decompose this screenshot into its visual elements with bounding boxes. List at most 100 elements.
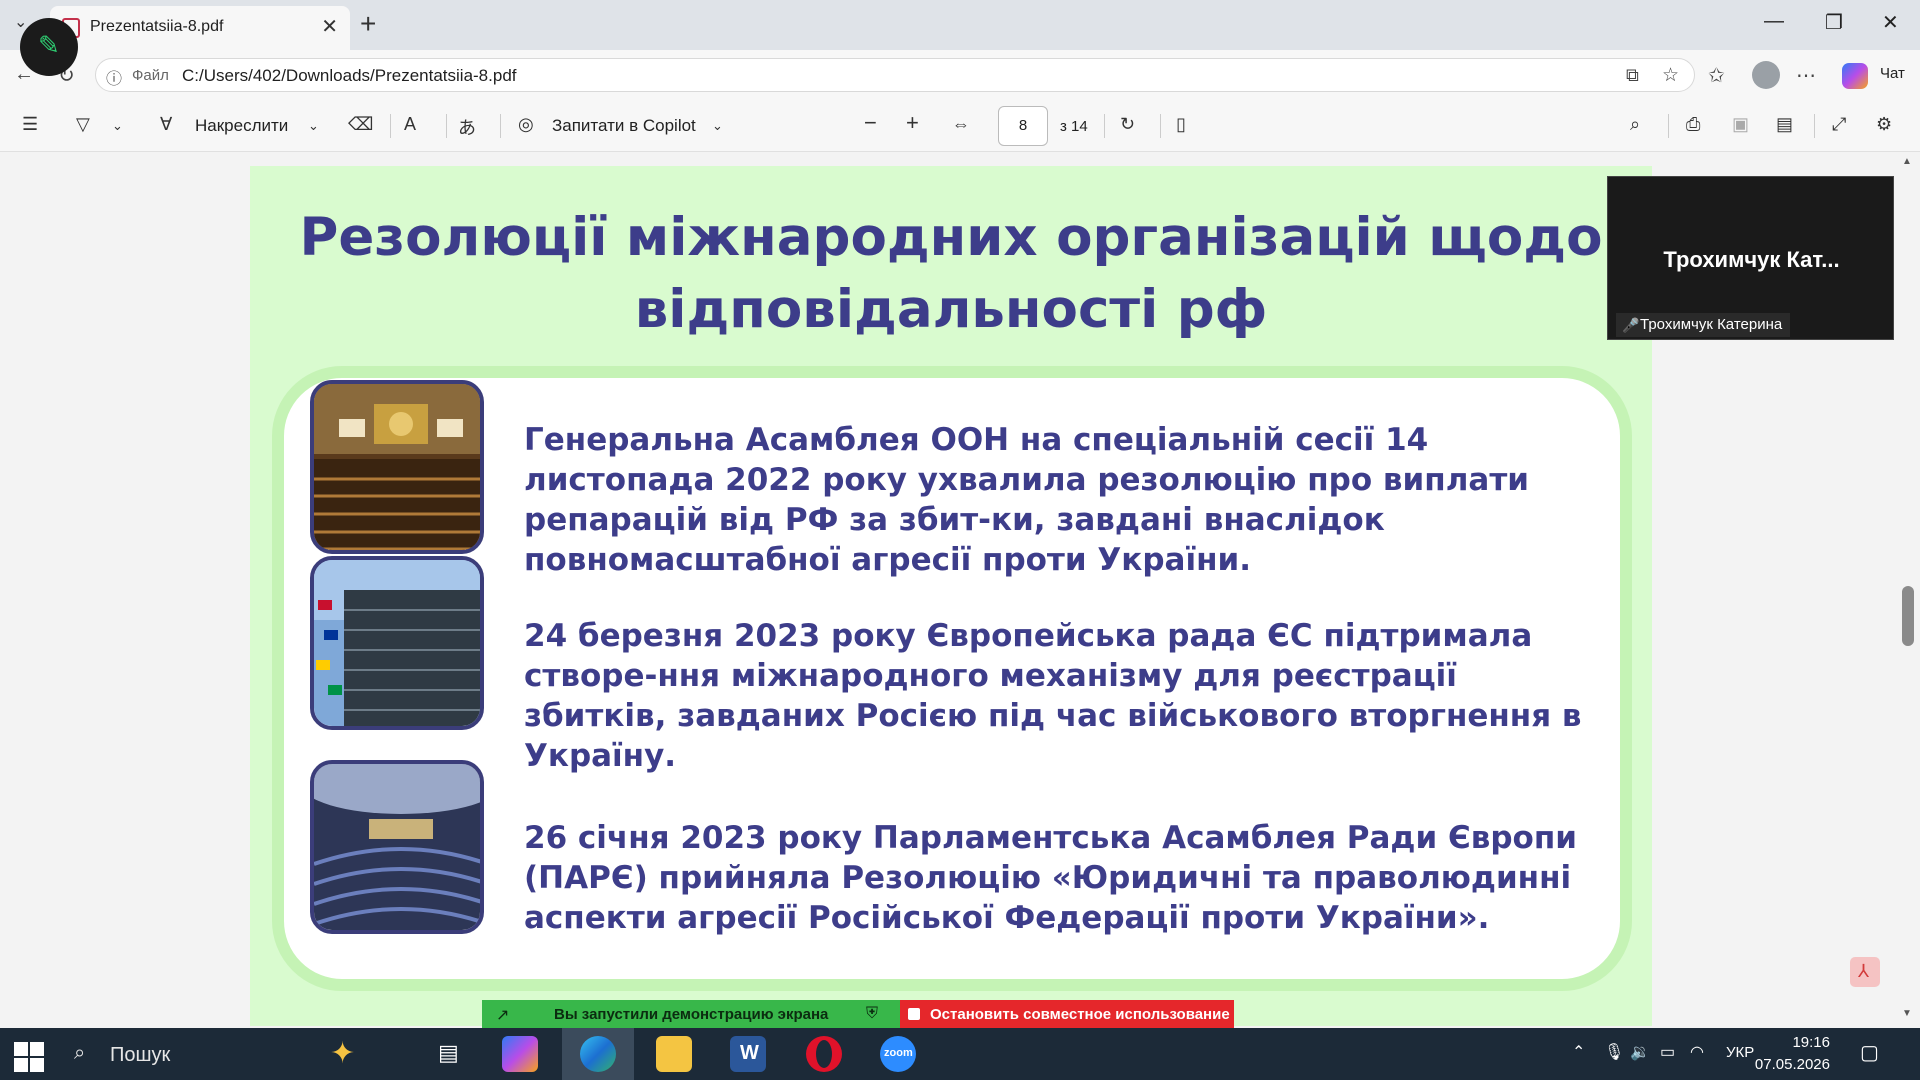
stop-square-icon [908,1008,920,1020]
acrobat-logo-icon: ⅄ [1858,961,1869,981]
draw-icon[interactable]: ∀ [160,114,172,135]
search-icon: ⌕ [74,1042,86,1064]
browser-tab[interactable]: Prezentatsiia-8.pdf ✕ [50,6,350,50]
share-arrow-icon: ↗ [496,1007,510,1024]
scroll-up-icon[interactable]: ▲ [1902,156,1912,167]
opera-browser-icon[interactable] [806,1036,842,1072]
copilot-outline-icon[interactable]: ◎ [518,114,534,135]
sparkle-icon[interactable]: ✦ [330,1036,355,1071]
zoom-in-icon[interactable]: + [906,110,919,136]
zoom-logo-icon: zoom [884,1047,913,1059]
translate-icon[interactable]: あ [458,114,476,140]
address-bar[interactable]: ⓘ Файл C:/Users/402/Downloads/Prezentats… [95,58,1695,92]
page-number-input[interactable]: 8 [998,106,1048,146]
read-aloud-text-icon[interactable]: A [404,114,416,135]
tray-overflow-icon[interactable]: ⌃ [1572,1042,1585,1062]
minimize-button[interactable]: — [1764,10,1784,33]
wifi-icon[interactable]: ◠ [1690,1042,1704,1062]
slide-title-line-1: Резолюції міжнародних організацій щодо [299,207,1603,268]
chat-button[interactable]: Чат [1880,65,1905,82]
opera-inner-icon [816,1040,832,1068]
save-icon[interactable]: ▣ [1732,114,1749,135]
resolution-item-3-text: 26 січня 2023 року Парламентська Асамбле… [524,820,1577,936]
taskbar-search-placeholder: Пошук [110,1044,171,1066]
file-explorer-icon[interactable] [656,1036,692,1072]
search-icon[interactable]: ⌕ [1630,114,1640,135]
toolbar-divider [1814,114,1815,138]
muted-mic-icon: 🎤 [1622,317,1640,333]
favorite-star-icon[interactable]: ☆ [1662,64,1679,87]
contents-list-icon[interactable]: ☰ [22,114,38,135]
highlight-icon[interactable]: ▽ [76,114,90,135]
microphone-icon[interactable]: 🎙 [1604,1042,1624,1062]
participant-name-large: Трохимчук Кат... [1663,247,1840,272]
zoom-out-icon[interactable]: − [864,110,877,136]
taskbar-search[interactable]: ⌕ Пошук [62,1034,262,1074]
task-view-icon[interactable]: ▤ [438,1040,459,1066]
page-total: з 14 [1060,118,1088,135]
zoom-participant-video[interactable]: Трохимчук Кат... 🎤 Трохимчук Катерина [1607,176,1894,340]
screen-share-text: Вы запустили демонстрацию экрана [554,1006,829,1023]
draw-dropdown-icon[interactable]: ⌄ [308,118,319,134]
settings-gear-icon[interactable]: ⚙ [1876,114,1892,135]
draw-button[interactable]: Накреслити [195,116,288,136]
title-bar: ⌄ Prezentatsiia-8.pdf ✕ + — ❐ ✕ [0,0,1920,50]
eu-parliament-building-image [310,556,484,730]
favorites-icon[interactable]: ✩ [1708,63,1725,88]
profile-avatar[interactable] [1752,61,1780,89]
shield-icon: ⛨ [866,1005,879,1022]
windows-taskbar: ⌕ Пошук ✦ ▤ W zoom ⌃ 🎙 🔉 ▭ ◠ УКР 19:16 0… [0,1028,1920,1080]
toolbar-divider [1160,114,1161,138]
copilot-dropdown-icon[interactable]: ⌄ [712,118,723,134]
edge-taskbar-active[interactable] [562,1028,634,1080]
stop-share-button[interactable]: Остановить совместное использование [900,1000,1234,1030]
toolbar-divider [500,114,501,138]
notifications-icon[interactable]: ▢ [1860,1040,1879,1065]
page-view-icon[interactable]: ▯ [1176,114,1186,135]
word-app-icon[interactable]: W [730,1036,766,1072]
stop-share-label: Остановить совместное использование [930,1006,1230,1023]
more-menu-icon[interactable]: ⋯ [1796,63,1816,88]
address-scheme-label: Файл [132,67,169,84]
highlight-dropdown-icon[interactable]: ⌄ [112,118,123,134]
new-tab-button[interactable]: + [360,8,376,40]
clock-date: 07.05.2026 [1754,1056,1830,1073]
close-tab-icon[interactable]: ✕ [321,14,338,39]
scrollbar-thumb[interactable] [1902,586,1914,646]
scroll-down-icon[interactable]: ▼ [1902,1008,1912,1019]
toolbar-divider [1668,114,1669,138]
participant-name: Трохимчук Катерина [1640,316,1783,333]
un-general-assembly-image [310,380,484,554]
slide-title-line-2: відповідальності рф [634,279,1268,340]
info-icon[interactable]: ⓘ [106,65,122,89]
restore-button[interactable]: ❐ [1825,10,1843,35]
screen-share-notice: ↗ Вы запустили демонстрацию экрана ⛨ [482,1000,900,1030]
rotate-icon[interactable]: ↻ [1120,114,1135,135]
battery-icon[interactable]: ▭ [1660,1042,1675,1062]
save-as-icon[interactable]: ▤ [1776,114,1793,135]
content-panel: Генеральна Асамблея ООН на спеціальній с… [272,366,1632,991]
copilot-app-icon[interactable] [502,1036,538,1072]
annotation-pen-button[interactable]: ✎ [20,18,78,76]
close-window-button[interactable]: ✕ [1882,10,1899,35]
clock[interactable]: 19:16 07.05.2026 [1740,1032,1830,1076]
copilot-icon[interactable] [1842,63,1868,89]
print-icon[interactable]: ⎙ [1686,114,1700,135]
edge-browser-icon [580,1036,616,1072]
resolution-item-1-text: Генеральна Асамблея ООН на спеціальній с… [524,422,1530,578]
toolbar-divider [1104,114,1105,138]
fit-width-icon[interactable]: ⇔ [952,114,970,135]
toolbar-divider [446,114,447,138]
address-url[interactable]: C:/Users/402/Downloads/Prezentatsiia-8.p… [182,66,517,86]
slide-title: Резолюції міжнародних організацій щодо в… [250,202,1652,346]
fullscreen-icon[interactable]: ⤢ [1832,114,1846,135]
ask-copilot-button[interactable]: Запитати в Copilot [552,116,696,136]
pen-icon: ✎ [38,30,60,60]
resolution-item-2-text: 24 березня 2023 року Європейська рада ЄС… [524,618,1582,774]
read-aloud-icon[interactable]: ⧉ [1626,65,1639,86]
volume-icon[interactable]: 🔉 [1630,1042,1650,1062]
zoom-app-icon[interactable]: zoom [880,1036,916,1072]
eraser-icon[interactable]: ⌫ [348,114,373,135]
windows-start-icon[interactable] [14,1042,44,1072]
acrobat-icon[interactable]: ⅄ [1850,957,1880,987]
